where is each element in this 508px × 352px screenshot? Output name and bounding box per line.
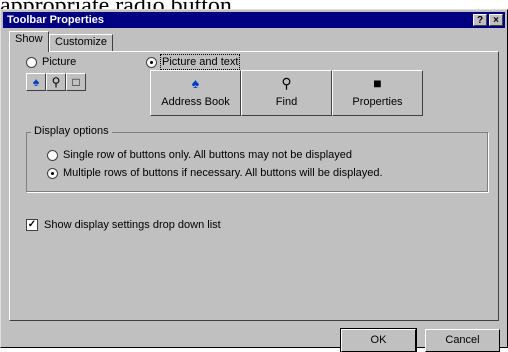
single-row-radio[interactable]: Single row of buttons only. All buttons …: [47, 149, 352, 161]
cancel-button-label: Cancel: [445, 334, 480, 346]
multiple-rows-label: Multiple rows of buttons if necessary. A…: [63, 167, 383, 179]
toolbar-properties-dialog: Toolbar Properties ? × Show Customize Pi…: [0, 9, 508, 352]
show-display-settings-label: Show display settings drop down list: [44, 219, 221, 231]
ok-button[interactable]: OK: [340, 328, 417, 352]
properties-icon: □: [66, 73, 86, 91]
show-display-settings-check[interactable]: ✓: [26, 219, 38, 231]
cancel-button[interactable]: Cancel: [425, 329, 500, 352]
find-label: Find: [275, 96, 298, 108]
address-book-icon: ♠: [26, 73, 46, 91]
picture-text-radio-button[interactable]: [146, 56, 157, 68]
tab-customize[interactable]: Customize: [49, 34, 113, 51]
close-button[interactable]: ×: [489, 14, 503, 26]
tab-show-label: Show: [15, 33, 43, 45]
address-book-label: Address Book: [161, 96, 230, 108]
show-display-settings-checkbox[interactable]: ✓ Show display settings drop down list: [26, 219, 221, 231]
find-icon: ⚲: [281, 75, 292, 91]
picture-radio-button[interactable]: [26, 56, 37, 68]
picture-radio[interactable]: Picture: [26, 56, 76, 68]
display-options-legend: Display options: [31, 125, 112, 138]
help-button[interactable]: ?: [473, 14, 487, 26]
find-button[interactable]: ⚲ Find: [241, 70, 332, 116]
picture-text-radio[interactable]: Picture and text: [146, 54, 241, 70]
properties-label: Properties: [352, 96, 403, 108]
properties-icon: ■: [373, 75, 382, 91]
address-book-icon: ♠: [191, 75, 200, 91]
multiple-rows-radio[interactable]: Multiple rows of buttons if necessary. A…: [47, 167, 383, 179]
picture-radio-label: Picture: [42, 56, 77, 68]
multiple-rows-radio-button[interactable]: [47, 167, 58, 179]
find-icon: ⚲: [46, 73, 66, 91]
single-row-radio-button[interactable]: [47, 149, 58, 161]
tab-customize-label: Customize: [55, 36, 107, 48]
display-options-group: [26, 132, 488, 192]
tab-show[interactable]: Show: [9, 31, 49, 52]
single-row-label: Single row of buttons only. All buttons …: [63, 149, 353, 161]
picture-text-radio-label: Picture and text: [159, 54, 241, 70]
title-bar: Toolbar Properties ? ×: [3, 12, 505, 28]
ok-button-label: OK: [370, 334, 387, 346]
properties-button[interactable]: ■ Properties: [332, 70, 423, 116]
window-title: Toolbar Properties: [7, 14, 104, 26]
address-book-button[interactable]: ♠ Address Book: [150, 70, 241, 116]
